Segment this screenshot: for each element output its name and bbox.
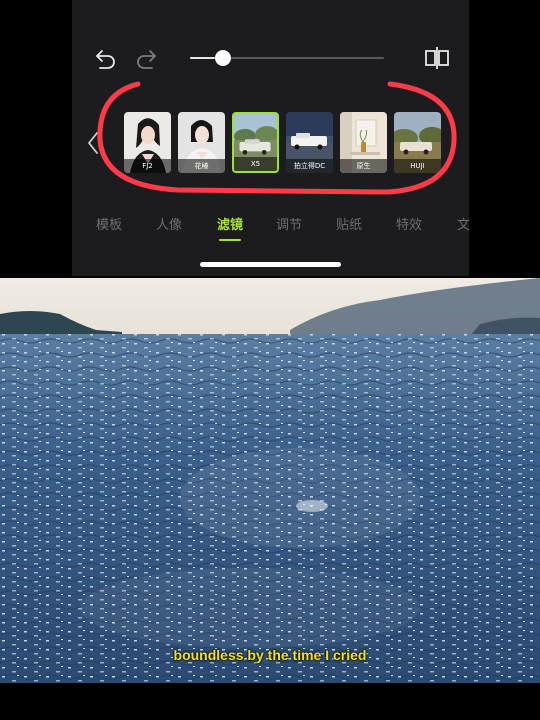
active-tab-indicator: [219, 239, 241, 241]
video-preview[interactable]: [0, 278, 540, 683]
home-indicator[interactable]: [200, 262, 341, 267]
redo-icon[interactable]: [134, 46, 158, 70]
tab-template[interactable]: 模板: [96, 214, 122, 233]
intensity-slider[interactable]: [190, 50, 384, 66]
filter-item-fj2[interactable]: FJ2: [124, 112, 171, 173]
tab-effects[interactable]: 特效: [396, 214, 422, 233]
filter-label: FJ2: [124, 159, 171, 173]
tab-sticker[interactable]: 贴纸: [336, 214, 362, 233]
filter-label: X5: [234, 157, 277, 171]
filter-label: 拍立得DC: [286, 159, 333, 173]
filter-item-x5[interactable]: X5: [232, 112, 279, 173]
filter-item-huachun[interactable]: 花椿: [178, 112, 225, 173]
filter-item-polaroid-dc[interactable]: 拍立得DC: [286, 112, 333, 173]
editor-app: FJ2 花椿 X5 拍立得DC 原生 HUJI 模板 人像 滤镜 调节 贴纸 特…: [0, 0, 540, 278]
tab-filter[interactable]: 滤镜: [217, 214, 243, 233]
filter-item-huji[interactable]: HUJI: [394, 112, 441, 173]
slider-knob[interactable]: [214, 50, 231, 66]
filter-label: HUJI: [394, 159, 441, 173]
filter-item-original[interactable]: 原生: [340, 112, 387, 173]
tab-text[interactable]: 文: [457, 214, 470, 233]
sea-image: [0, 278, 540, 683]
undo-icon[interactable]: [94, 46, 118, 70]
filter-label: 花椿: [178, 159, 225, 173]
chevron-left-icon[interactable]: [86, 130, 100, 156]
filter-panel: FJ2 花椿 X5 拍立得DC 原生 HUJI 模板 人像 滤镜 调节 贴纸 特…: [72, 0, 470, 276]
bottom-tabs: 模板 人像 滤镜 调节 贴纸 特效 文: [72, 214, 470, 241]
tab-portrait[interactable]: 人像: [156, 214, 182, 233]
tab-adjust[interactable]: 调节: [276, 214, 302, 233]
video-subtitle: boundless by the time I cried: [173, 647, 367, 663]
bottom-black-bar: [0, 683, 540, 720]
filter-label: 原生: [340, 159, 387, 173]
compare-icon[interactable]: [424, 46, 450, 70]
